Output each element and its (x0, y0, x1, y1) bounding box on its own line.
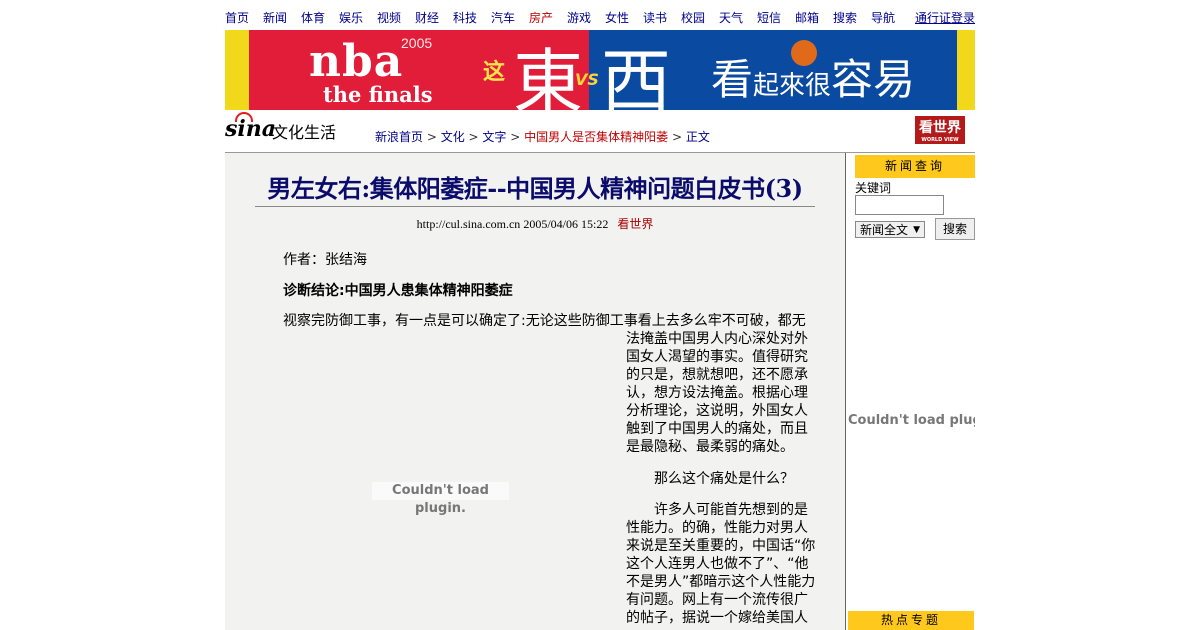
banner-zhe: 这 (483, 60, 506, 85)
nba-finals-banner[interactable]: nba 2005 the finals 这 東 VS 西 看起來很容易 (225, 30, 975, 110)
title-divider (255, 206, 815, 207)
nav-item[interactable]: 搜索 (833, 9, 857, 26)
banner-nba-text: nba (309, 36, 404, 87)
search-scope-value: 新闻全文 (860, 223, 909, 237)
breadcrumb-text[interactable]: 文字 (482, 130, 506, 144)
article-author: 作者：张结海 (283, 252, 367, 268)
breadcrumb-current[interactable]: 正文 (686, 130, 710, 144)
breadcrumb: 新浪首页 > 文化 > 文字 > 中国男人是否集体精神阳萎 > 正文 (375, 128, 710, 145)
nav-item[interactable]: 邮箱 (795, 9, 819, 26)
article-paragraph-3: 许多人可能首先想到的是性能力。的确，性能力对男人来说是至关重要的，中国话“你这个… (626, 502, 816, 626)
breadcrumb-sep: > (668, 130, 686, 144)
paragraph-1-wrapped: 法掩盖中国男人内心深处对外国女人渴望的事实。值得研究的只是，想就想吧，还不愿承认… (626, 331, 808, 455)
nav-item[interactable]: 视频 (377, 9, 401, 26)
nav-item[interactable]: 导航 (871, 9, 895, 26)
search-button[interactable]: 搜索 (935, 218, 975, 240)
nav-item[interactable]: 新闻 (263, 9, 287, 26)
paragraph-1-first-line: 视察完防御工事，有一点是可以确定了:无论这些防御工事看上去多么牢不可破，都无 (283, 313, 806, 329)
channel-name: 文化生活 (272, 123, 337, 142)
dropdown-arrow-icon: ▼ (913, 225, 920, 235)
world-view-badge-text: 看世界 (919, 120, 961, 136)
top-nav: 首页 新闻 体育 娱乐 视频 财经 科技 汽车 房产 游戏 女性 读书 校园 天气 短信 邮箱 搜索 导航 通行证登… (225, 9, 975, 25)
breadcrumb-culture[interactable]: 文化 (441, 130, 465, 144)
news-search-header: 新闻查询 (855, 155, 975, 178)
search-scope-select[interactable]: 新闻全文 ▼ (855, 221, 925, 238)
login-link[interactable]: 通行证登录 (915, 9, 975, 26)
article-url: http://cul.sina.com.cn (416, 217, 521, 231)
article-paragraph-1: 视察完防御工事，有一点是可以确定了:无论这些防御工事看上去多么牢不可破，都无 法… (283, 312, 815, 456)
sidebar-plugin-placeholder[interactable]: Couldn't load plugin. (848, 412, 975, 430)
nav-item[interactable]: 财经 (415, 9, 439, 26)
nav-item[interactable]: 读书 (643, 9, 667, 26)
article-meta: http://cul.sina.com.cn 2005/04/06 15:22 … (225, 215, 845, 232)
article-plugin-placeholder[interactable]: Couldn't load plugin. (372, 482, 509, 516)
banner-xi: 西 (601, 41, 671, 110)
article-title: 男左女右:集体阳萎症--中国男人精神问题白皮书(3) (267, 174, 803, 203)
banner-vs: VS (575, 70, 599, 89)
article-source-link[interactable]: 看世界 (617, 217, 653, 231)
basketball-icon (791, 40, 817, 66)
banner-slogan-big1: 看 (711, 55, 754, 104)
article-datetime: 2005/04/06 15:22 (523, 217, 609, 231)
nav-item[interactable]: 短信 (757, 9, 781, 26)
world-view-badge[interactable]: 看世界 WORLD VIEW (915, 116, 965, 144)
nav-item[interactable]: 娱乐 (339, 9, 363, 26)
nav-item[interactable]: 天气 (719, 9, 743, 26)
nav-item[interactable]: 校园 (681, 9, 705, 26)
banner-slogan-big2: 容易 (831, 55, 916, 104)
nav-item[interactable]: 游戏 (567, 9, 591, 26)
article-area: 男左女右:集体阳萎症--中国男人精神问题白皮书(3) http://cul.si… (225, 153, 845, 630)
banner-slogan-small2: 很 (805, 71, 832, 101)
sina-logo-text: sina (225, 116, 276, 142)
nav-item[interactable]: 汽车 (491, 9, 515, 26)
nav-item[interactable]: 女性 (605, 9, 629, 26)
banner-finals-text: the finals (323, 82, 433, 107)
world-view-badge-sub: WORLD VIEW (921, 137, 959, 143)
keyword-input[interactable] (855, 195, 944, 215)
breadcrumb-topic[interactable]: 中国男人是否集体精神阳萎 (524, 130, 668, 144)
nav-item[interactable]: 房产 (529, 9, 553, 26)
banner-dong: 東 (513, 41, 583, 110)
banner-year: 2005 (401, 35, 433, 51)
article-paragraph-2: 那么这个痛处是什么？ (654, 471, 794, 487)
breadcrumb-sep: > (423, 130, 441, 144)
nav-item[interactable]: 科技 (453, 9, 477, 26)
nav-item[interactable]: 首页 (225, 9, 249, 26)
nav-item[interactable]: 体育 (301, 9, 325, 26)
banner-slogan-small1: 起來 (753, 71, 806, 101)
sidebar-divider (845, 153, 846, 630)
breadcrumb-sep: > (506, 130, 525, 144)
article-subheading: 诊断结论:中国男人患集体精神阳萎症 (283, 283, 513, 299)
breadcrumb-sep: > (464, 130, 483, 144)
keyword-label: 关键词 (855, 181, 892, 195)
breadcrumb-home[interactable]: 新浪首页 (375, 130, 423, 144)
hot-topics-header: 热点专题 (848, 611, 974, 630)
